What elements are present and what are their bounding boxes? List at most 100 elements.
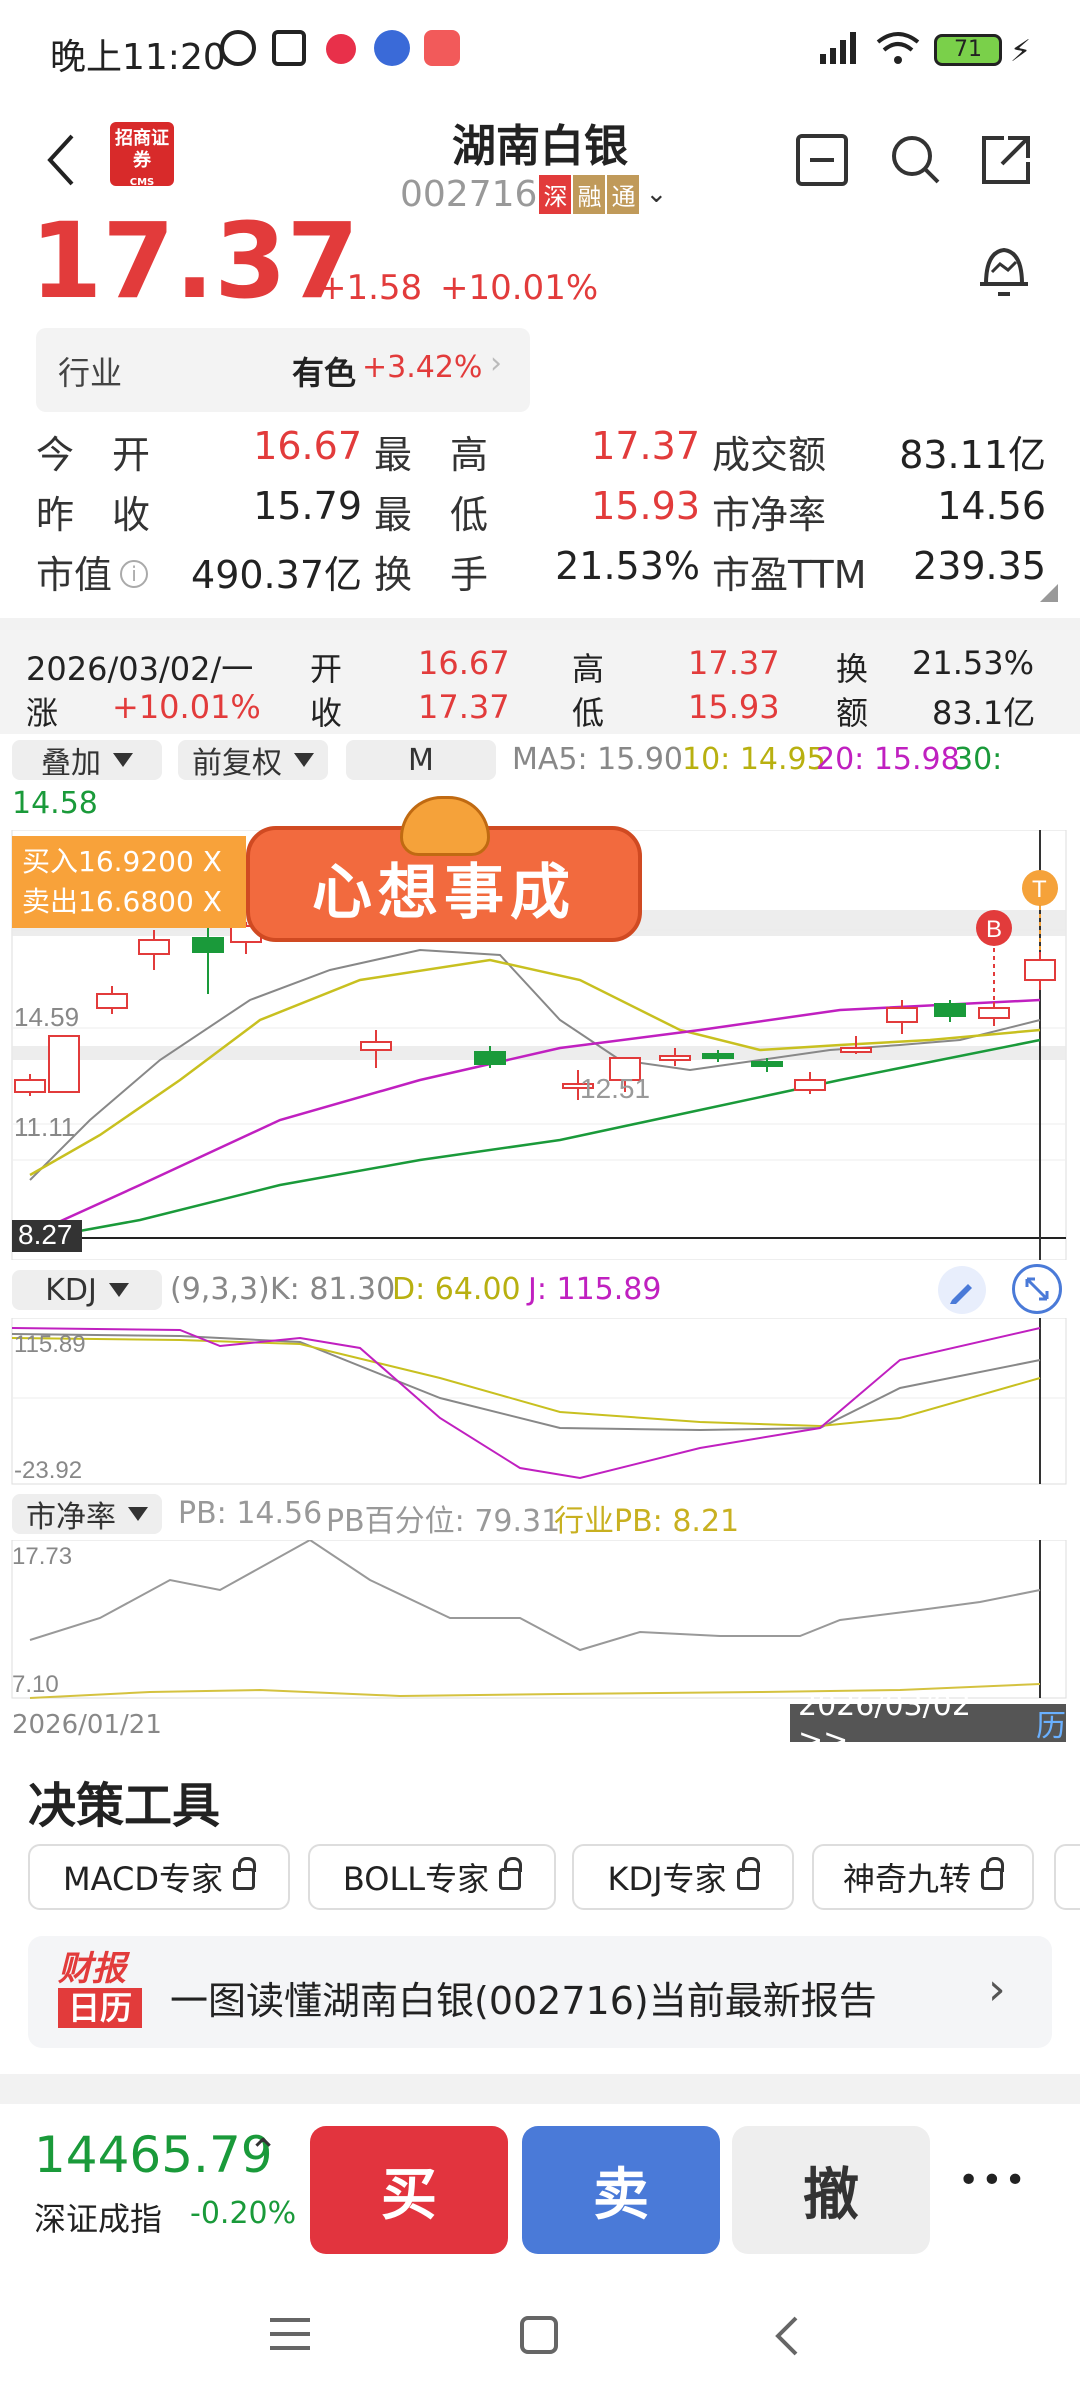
adjust-dropdown[interactable]: 前复权 (178, 740, 328, 781)
report-badge-bottom: 日历 (58, 1988, 142, 2028)
index-change: -0.20% (190, 2196, 297, 2231)
industry-bar[interactable]: 行业 有色 +3.42% › (36, 328, 530, 412)
search-icon[interactable] (888, 132, 944, 188)
info-icon[interactable]: i (120, 560, 148, 588)
stock-code-row[interactable]: 002716 深 融 通 ⌄ (400, 172, 667, 216)
report-badge-top: 财报 (58, 1949, 126, 1989)
candle-body (659, 1055, 691, 1061)
pb-chart[interactable]: 17.73 7.10 (0, 1540, 1080, 1700)
edit-icon[interactable] (938, 1266, 986, 1314)
lock-icon (232, 1857, 256, 1890)
caret-down-icon (108, 1283, 129, 1297)
tool-macd[interactable]: MACD专家 (28, 1844, 290, 1910)
price-change-pct: +10.01% (440, 268, 599, 308)
day-low-label: 低 (572, 694, 605, 732)
stat-value: 17.37 (591, 424, 700, 468)
more-icon[interactable]: ••• (958, 2160, 1028, 2201)
indicator-dropdown-kdj[interactable]: KDJ (12, 1270, 162, 1310)
industry-name: 有色 (292, 354, 357, 392)
day-low: 15.93 (688, 688, 780, 726)
day-turnover-label: 换 (836, 650, 869, 688)
day-rise: +10.01% (112, 688, 261, 726)
minus-square-icon[interactable] (796, 134, 848, 186)
ma-dropdown[interactable]: M (346, 740, 496, 780)
tools-title: 决策工具 (28, 1778, 221, 1834)
taobao-icon (424, 30, 460, 66)
tag-tong: 通 (607, 174, 640, 214)
expand-icon[interactable] (1012, 1264, 1062, 1314)
buy-button[interactable]: 买 (310, 2126, 508, 2254)
ma5-value: MA5: 15.90 (512, 742, 684, 777)
candle-body (138, 939, 170, 955)
home-icon[interactable] (520, 2316, 558, 2354)
adjust-label: 前复权 (192, 746, 282, 781)
stat-value: 490.37亿 (191, 553, 362, 597)
bell-icon[interactable] (976, 238, 1032, 300)
nfc-icon (272, 30, 306, 66)
kdj-j: J: 115.89 (528, 1272, 662, 1307)
axis-label-mid: 11.11 (14, 1112, 75, 1142)
day-amount: 83.1亿 (932, 694, 1036, 732)
b-marker-label: B (986, 916, 1002, 943)
day-high-label: 高 (572, 650, 605, 688)
back-nav-icon[interactable] (772, 2312, 802, 2360)
tool-nine[interactable]: 神奇九转 (812, 1844, 1034, 1910)
bottom-trade-bar: 14465.79 ⌃ 深证成指 -0.20% 买 卖 撤 ••• (0, 2104, 1080, 2274)
candle-body (1024, 959, 1056, 981)
stock-code: 002716 (400, 173, 538, 215)
pb-industry: 行业PB: 8.21 (554, 1504, 740, 1539)
ma-menu-label: M (408, 742, 434, 778)
tool-more[interactable] (1054, 1844, 1080, 1910)
corner-mark (1040, 584, 1058, 602)
pb-start-date: 2026/01/21 (12, 1710, 162, 1740)
greeting-banner[interactable]: 心想事成 (246, 796, 646, 946)
report-badge: 财报 日历 (58, 1950, 142, 2034)
stat-label: 市值 (36, 553, 113, 597)
section-divider (0, 618, 1080, 630)
kdj-k: K: 81.30 (270, 1272, 396, 1307)
chart-frame (11, 1540, 1067, 1699)
index-value: 14465.79 (34, 2126, 273, 2184)
back-button[interactable] (40, 130, 90, 190)
tool-boll[interactable]: BOLL专家 (308, 1844, 556, 1910)
candle-body (14, 1079, 46, 1093)
app-notification-icon (374, 30, 410, 66)
stat-value: 239.35 (913, 544, 1046, 588)
stats-grid: 今 开 16.67 最 高 17.37 成交额 83.11亿昨 收 15.79 最 低 15.9… (36, 424, 1046, 604)
kdj-chart[interactable]: 115.89 -23.92 (0, 1318, 1080, 1486)
wifi-icon (874, 30, 922, 66)
banner-text: 心想事成 (312, 858, 576, 928)
candle-body (934, 1003, 966, 1017)
stat-value: 16.67 (253, 424, 362, 468)
kdj-params: (9,3,3) (170, 1272, 270, 1307)
day-info-panel: 2026/03/02/一 开 16.67 高 17.37 换 21.53% 涨 … (0, 630, 1080, 734)
report-card[interactable]: 财报 日历 一图读懂湖南白银(002716)当前最新报告 › (28, 1936, 1052, 2048)
day-amount-label: 额 (836, 694, 869, 732)
lock-icon (736, 1857, 760, 1890)
caret-down-icon (294, 753, 314, 767)
charging-icon: ⚡ (1010, 34, 1032, 69)
pb-axis-min: 7.10 (12, 1671, 59, 1698)
indicator-dropdown-pb[interactable]: 市净率 (12, 1494, 162, 1535)
ma20-value: 20: 15.98 (816, 742, 960, 777)
tag-shen: 深 (539, 174, 572, 214)
candle-body (48, 1035, 80, 1093)
chevron-up-icon[interactable]: ⌃ (248, 2132, 278, 2173)
cancel-button[interactable]: 撤 (732, 2126, 930, 2254)
system-nav-bar (0, 2274, 1080, 2400)
sell-button[interactable]: 卖 (522, 2126, 720, 2254)
status-bar: 晚上11:20 71 ⚡ (0, 0, 1080, 100)
history-button[interactable]: 2026/03/02 >> 历 (790, 1688, 1066, 1758)
history-label: 历 (1036, 1709, 1066, 1744)
day-open: 16.67 (418, 644, 510, 682)
share-icon[interactable] (978, 132, 1034, 188)
broker-logo: 招商证券 CMS (110, 122, 174, 188)
lock-icon (981, 1857, 1004, 1890)
tool-kdj[interactable]: KDJ专家 (572, 1844, 794, 1910)
overlay-dropdown[interactable]: 叠加 (12, 740, 162, 781)
menu-icon[interactable] (270, 2318, 310, 2352)
axis-label-top: 14.59 (14, 1002, 79, 1032)
t-marker-label: T (1032, 876, 1047, 903)
stat-value: 14.56 (937, 484, 1046, 528)
stat-value: 83.11亿 (899, 433, 1046, 477)
